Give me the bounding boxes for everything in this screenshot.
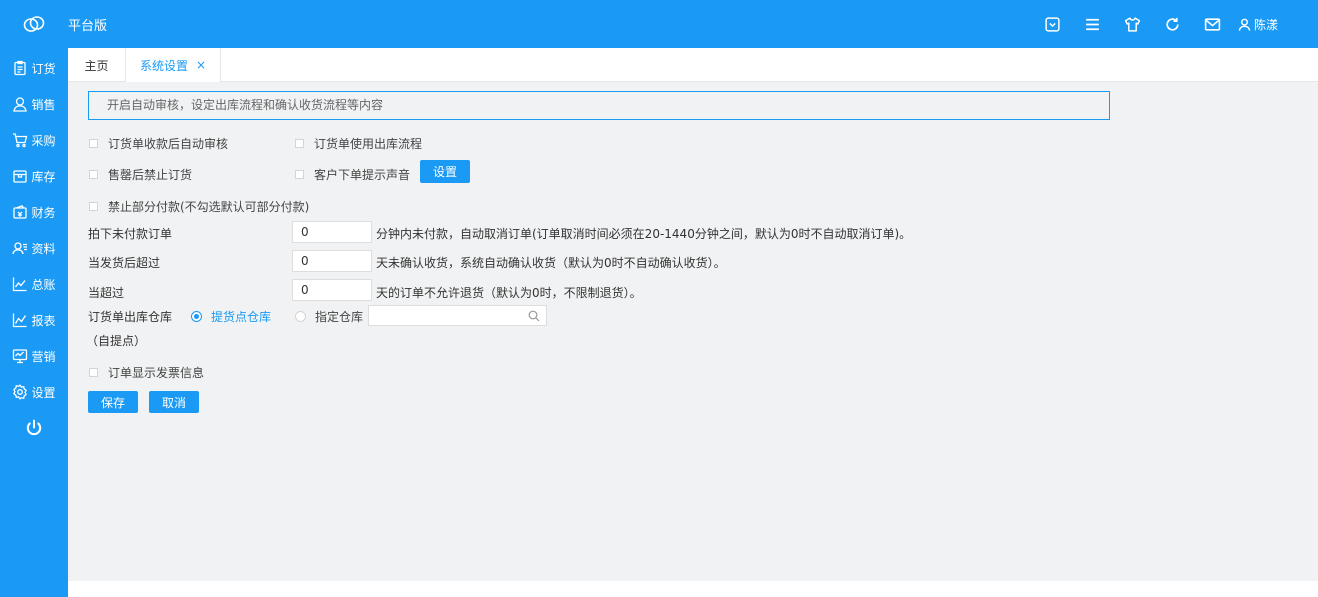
checkbox-label: 客户下单提示声音: [314, 168, 411, 182]
sidebar-item-label: 资料: [31, 241, 56, 256]
settings-panel: 开启自动审核，设定出库流程和确认收货流程等内容 订货单收款后自动审核 订货单使用…: [68, 82, 1318, 581]
power-button[interactable]: [0, 410, 68, 446]
tab-bar: 主页 系统设置 ×: [68, 48, 1318, 82]
mail-icon[interactable]: [1203, 14, 1223, 34]
return-label: 当超过: [88, 286, 125, 300]
return-days-input[interactable]: [292, 279, 372, 301]
power-icon: [26, 419, 42, 436]
notice-banner: 开启自动审核，设定出库流程和确认收货流程等内容: [88, 91, 1110, 120]
checkbox-box[interactable]: [89, 139, 98, 148]
sidebar-item-label: 财务: [31, 205, 56, 220]
checkbox-label: 订单显示发票信息: [108, 366, 205, 380]
contacts-icon: [12, 242, 28, 255]
tab-close-icon[interactable]: ×: [196, 58, 206, 72]
sidebar-item-label: 库存: [31, 169, 56, 184]
line-chart-icon: [13, 277, 27, 292]
checkbox-label: 订货单使用出库流程: [314, 137, 423, 151]
partial-pay-checkbox[interactable]: 禁止部分付款(不勾选默认可部分付款): [89, 198, 309, 215]
sidebar-item-report[interactable]: 报表: [0, 302, 68, 338]
bottom-strip: [68, 581, 1318, 597]
tab-settings[interactable]: 系统设置 ×: [125, 48, 221, 82]
monitor-icon: [13, 349, 28, 364]
checkbox-label: 订货单收款后自动审核: [108, 137, 229, 151]
sidebar: 订货 销售 采购 库存 财务 资料 总账 报表 营销 设置: [0, 48, 68, 597]
sidebar-item-label: 采购: [31, 133, 56, 148]
sidebar-item-finance[interactable]: 财务: [0, 194, 68, 230]
clipboard-icon: [14, 60, 27, 76]
tab-home[interactable]: 主页: [68, 48, 125, 82]
confirm-days-input[interactable]: [292, 250, 372, 272]
radio-dot[interactable]: [295, 311, 306, 322]
checkbox-box[interactable]: [89, 368, 98, 377]
checkbox-label: 售罄后禁止订货: [108, 168, 193, 182]
cart-icon: [13, 133, 28, 148]
refresh-icon[interactable]: [1163, 14, 1183, 34]
sidebar-item-label: 营销: [31, 349, 56, 364]
shipped-hint: 天未确认收货，系统自动确认收货（默认为0时不自动确认收货）。: [376, 256, 726, 270]
shipped-label: 当发货后超过: [88, 256, 161, 270]
sold-out-checkbox[interactable]: 售罄后禁止订货: [89, 166, 192, 183]
save-button[interactable]: 保存: [88, 391, 138, 413]
unpaid-label: 拍下未付款订单: [88, 227, 173, 241]
warehouse-search-input[interactable]: [368, 305, 547, 326]
radio-dot[interactable]: [191, 311, 202, 322]
outbound-flow-checkbox[interactable]: 订货单使用出库流程: [295, 135, 422, 152]
checkbox-label: 禁止部分付款(不勾选默认可部分付款): [108, 200, 310, 214]
search-icon: [528, 310, 540, 322]
sidebar-item-label: 销售: [31, 97, 56, 112]
user-menu[interactable]: 陈漾: [1237, 16, 1278, 33]
sidebar-item-ledger[interactable]: 总账: [0, 266, 68, 302]
sound-setting-button[interactable]: 设置: [420, 160, 470, 183]
top-toolbar: 陈漾: [1023, 14, 1278, 34]
radio-assign-warehouse[interactable]: 指定仓库: [295, 308, 363, 325]
sidebar-item-order[interactable]: 订货: [0, 50, 68, 86]
warehouse-label: 订货单出库仓库: [88, 310, 173, 324]
radio-label: 提货点仓库: [211, 310, 272, 324]
invoice-checkbox[interactable]: 订单显示发票信息: [89, 364, 204, 381]
sidebar-item-marketing[interactable]: 营销: [0, 338, 68, 374]
cancel-button[interactable]: 取消: [149, 391, 199, 413]
return-hint: 天的订单不允许退货（默认为0时，不限制退货）。: [376, 286, 642, 300]
auto-audit-checkbox[interactable]: 订货单收款后自动审核: [89, 135, 228, 152]
tab-settings-label: 系统设置: [139, 58, 188, 73]
dropdown-box-icon[interactable]: [1043, 14, 1063, 34]
logo-icon[interactable]: [22, 13, 46, 35]
tab-home-label: 主页: [84, 58, 109, 73]
checkbox-box[interactable]: [295, 139, 304, 148]
sidebar-item-data[interactable]: 资料: [0, 230, 68, 266]
wallet-icon: [13, 205, 28, 219]
checkbox-box[interactable]: [295, 170, 304, 179]
order-sound-checkbox[interactable]: 客户下单提示声音: [295, 166, 410, 183]
sidebar-item-label: 设置: [31, 385, 56, 400]
sidebar-item-inventory[interactable]: 库存: [0, 158, 68, 194]
sidebar-item-label: 订货: [31, 61, 56, 76]
user-name: 陈漾: [1253, 17, 1278, 32]
bar-chart-icon: [13, 313, 27, 328]
menu-icon[interactable]: [1083, 14, 1103, 34]
sidebar-item-settings[interactable]: 设置: [0, 374, 68, 410]
gear-icon: [13, 384, 28, 400]
sidebar-item-purchase[interactable]: 采购: [0, 122, 68, 158]
brand-title: 平台版: [68, 19, 108, 34]
person-icon: [13, 97, 28, 112]
sidebar-item-label: 报表: [31, 313, 56, 328]
sidebar-item-sales[interactable]: 销售: [0, 86, 68, 122]
checkbox-box[interactable]: [89, 170, 98, 179]
radio-label: 指定仓库: [315, 310, 364, 324]
top-bar: 平台版 陈漾: [0, 0, 1318, 48]
radio-pickup-warehouse[interactable]: 提货点仓库: [191, 308, 271, 325]
box-icon: [13, 170, 28, 183]
sidebar-item-label: 总账: [31, 277, 56, 292]
warehouse-sub-label: （自提点）: [86, 334, 147, 348]
user-icon: [1238, 18, 1251, 31]
shirt-icon[interactable]: [1123, 14, 1143, 34]
unpaid-minutes-input[interactable]: [292, 221, 372, 243]
unpaid-hint: 分钟内未付款，自动取消订单(订单取消时间必须在20-1440分钟之间，默认为0时…: [376, 227, 912, 241]
checkbox-box[interactable]: [89, 202, 98, 211]
